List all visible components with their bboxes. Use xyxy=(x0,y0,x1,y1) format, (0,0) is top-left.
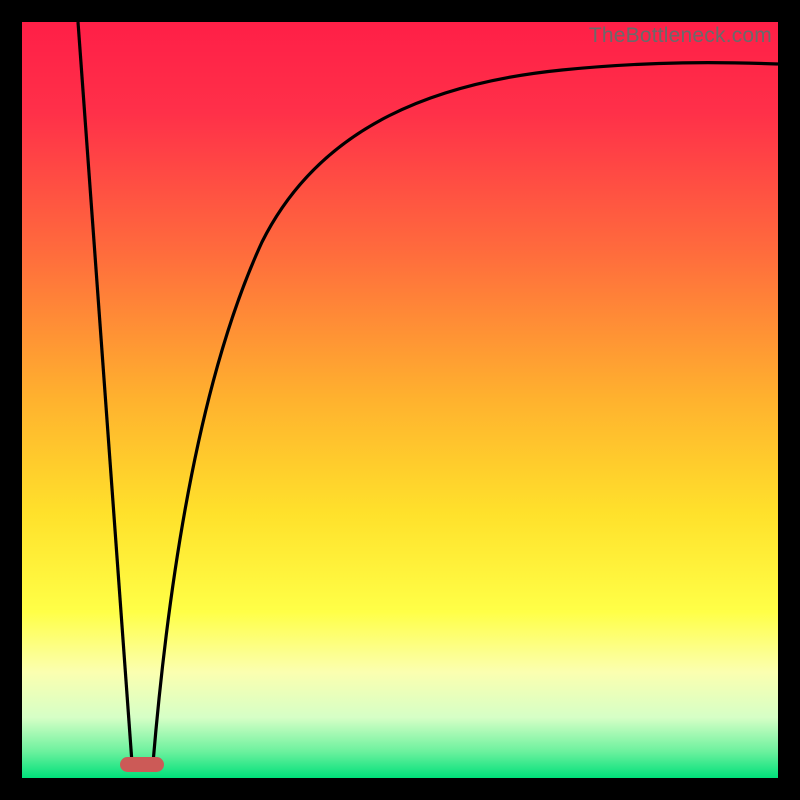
background-gradient xyxy=(22,22,778,778)
chart-frame: TheBottleneck.com xyxy=(22,22,778,778)
optimal-marker xyxy=(120,757,164,772)
watermark-text: TheBottleneck.com xyxy=(589,24,772,48)
